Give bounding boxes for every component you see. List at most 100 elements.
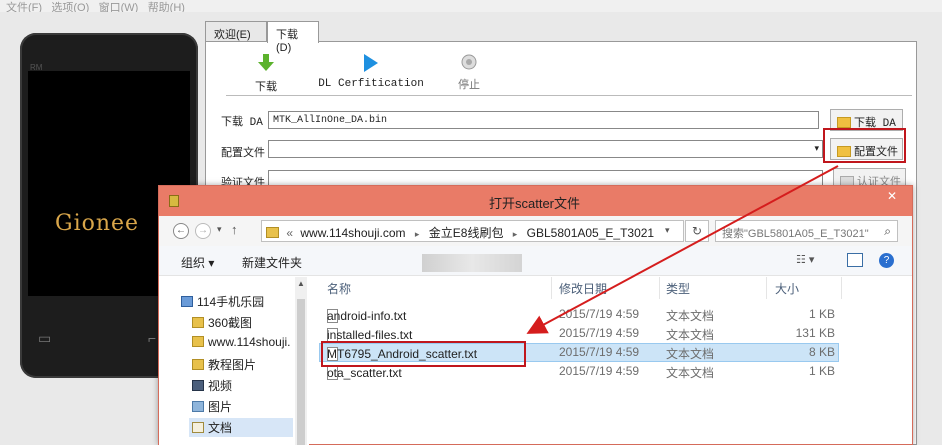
refresh-button[interactable]: ↻ [685, 220, 709, 242]
menu-help[interactable]: 帮助(H) [148, 0, 185, 12]
address-bar: ← → ▾ ↑ « www.114shouji.com ▸ 金立E8线刷包 ▸ … [159, 216, 912, 246]
toolbar: 下载 DL Cerfitication 停止 [226, 50, 912, 96]
close-button[interactable]: ✕ [878, 186, 906, 206]
column-divider [659, 277, 660, 299]
folder-icon [837, 117, 851, 128]
dl-certification-button[interactable]: DL Cerfitication [316, 54, 426, 90]
new-folder-button[interactable]: 新建文件夹 [242, 254, 302, 271]
nav-item-label: 114手机乐园 [197, 295, 265, 309]
nav-item-videos[interactable]: 视频 [192, 377, 232, 394]
open-scatter-dialog: 打开scatter文件 ✕ ← → ▾ ↑ « www.114shouji.co… [158, 185, 913, 445]
breadcrumb-overflow[interactable]: « [286, 226, 293, 240]
blurred-region [422, 254, 522, 272]
nav-item-114[interactable]: 114手机乐园 [181, 293, 264, 310]
chevron-right-icon: ▸ [414, 229, 420, 239]
file-type: 文本文档 [666, 347, 715, 361]
nav-item-label: 教程图片 [208, 358, 257, 372]
menu-window[interactable]: 窗口(W) [99, 0, 139, 12]
menu-options[interactable]: 选项(O) [51, 0, 89, 12]
config-label: 配置文件 [221, 147, 265, 159]
file-size: 131 KB [795, 326, 835, 340]
preview-pane-icon[interactable] [847, 253, 863, 267]
download-arrow-icon [258, 54, 274, 71]
navigation-pane: 114手机乐园 360截图 www.114shouji. 教程图片 视频 图片 … [159, 277, 309, 445]
file-date: 2015/7/19 4:59 [559, 307, 640, 321]
nav-item-pictures[interactable]: 图片 [192, 398, 232, 415]
file-type: 文本文档 [666, 366, 715, 380]
nav-item-label: 视频 [208, 379, 233, 393]
verify-field[interactable] [268, 170, 823, 186]
play-icon [364, 54, 378, 72]
stop-button[interactable]: 停止 [454, 54, 484, 92]
download-label: 下载 [255, 81, 277, 93]
chevron-down-icon[interactable]: ▾ [814, 143, 819, 154]
nav-item-documents[interactable]: 文档 [189, 418, 293, 437]
folder-icon [192, 336, 204, 347]
back-key-icon: ⌐ [148, 330, 157, 346]
dialog-titlebar[interactable]: 打开scatter文件 ✕ [159, 186, 912, 216]
download-button[interactable]: 下载 [246, 54, 286, 94]
menu-key-icon: ▭ [38, 330, 52, 346]
forward-arrow-icon: → [198, 225, 208, 236]
organize-button[interactable]: 组织 ▾ [181, 254, 214, 271]
refresh-icon: ↻ [691, 224, 703, 238]
file-date: 2015/7/19 4:59 [559, 345, 640, 359]
nav-item-label: 文档 [208, 421, 233, 435]
column-header-date[interactable]: 修改日期 [559, 280, 607, 297]
config-button-highlight-box [823, 128, 906, 163]
column-header-size[interactable]: 大小 [775, 280, 799, 297]
nav-item-label: 图片 [208, 400, 233, 414]
nav-item-label: www.114shouji. [208, 335, 291, 349]
breadcrumb-item[interactable]: GBL5801A05_E_T3021 [527, 226, 654, 240]
file-size: 8 KB [808, 345, 835, 359]
nav-item-label: 360截图 [208, 316, 253, 330]
file-row[interactable]: android-info.txt 2015/7/19 4:59 文本文档 1 K… [319, 305, 839, 324]
dl-certification-label: DL Cerfitication [318, 78, 424, 90]
view-options-icon[interactable]: ☷ ▾ [796, 253, 814, 266]
file-date: 2015/7/19 4:59 [559, 364, 640, 378]
nav-item-114shouji[interactable]: www.114shouji. [192, 335, 291, 349]
back-button[interactable]: ← [173, 223, 189, 239]
folder-icon [192, 359, 204, 370]
picture-icon [192, 401, 204, 412]
nav-item-tutorial-images[interactable]: 教程图片 [192, 356, 256, 373]
file-size: 1 KB [808, 307, 835, 321]
forward-button[interactable]: → [195, 223, 211, 239]
recent-locations-chevron-icon[interactable]: ▾ [217, 224, 222, 235]
dialog-title: 打开scatter文件 [489, 196, 581, 211]
breadcrumb[interactable]: « www.114shouji.com ▸ 金立E8线刷包 ▸ GBL5801A… [261, 220, 684, 242]
nav-item-360[interactable]: 360截图 [192, 314, 252, 331]
tab-welcome-label: 欢迎(E) [214, 29, 251, 41]
nav-scrollbar[interactable]: ▲ [295, 277, 307, 445]
app-icon [169, 195, 179, 207]
column-divider [551, 277, 552, 299]
search-icon[interactable]: ⌕ [884, 224, 891, 239]
search-placeholder: 搜索"GBL5801A05_E_T3021" [722, 228, 869, 240]
stop-label: 停止 [458, 79, 480, 91]
computer-icon [181, 296, 193, 307]
chevron-right-icon: ▸ [512, 229, 518, 239]
file-type: 文本文档 [666, 328, 715, 342]
selected-file-highlight-box [321, 341, 526, 367]
menu-file[interactable]: 文件(F) [6, 0, 42, 12]
column-divider [766, 277, 767, 299]
folder-icon [266, 227, 279, 238]
column-header-name[interactable]: 名称 [327, 280, 351, 297]
help-icon[interactable]: ? [879, 253, 894, 268]
tab-welcome[interactable]: 欢迎(E) [205, 21, 267, 43]
back-arrow-icon: ← [176, 225, 186, 236]
scrollbar-thumb[interactable] [297, 299, 305, 445]
search-input[interactable]: 搜索"GBL5801A05_E_T3021" ⌕ [715, 220, 898, 242]
column-header-type[interactable]: 类型 [666, 280, 690, 297]
config-field[interactable]: ▾ [268, 140, 823, 158]
breadcrumb-item[interactable]: 金立E8线刷包 [429, 226, 504, 240]
close-icon: ✕ [886, 189, 898, 203]
tab-download[interactable]: 下载(D) [267, 21, 319, 54]
up-arrow-icon[interactable]: ↑ [231, 222, 238, 237]
breadcrumb-item[interactable]: www.114shouji.com [300, 226, 405, 240]
video-icon [192, 380, 204, 391]
scroll-up-icon[interactable]: ▲ [297, 279, 305, 288]
da-field[interactable]: MTK_AllInOne_DA.bin [268, 111, 819, 129]
chevron-down-icon[interactable]: ▾ [665, 225, 670, 236]
command-bar: 组织 ▾ 新建文件夹 ☷ ▾ ? [159, 246, 912, 276]
